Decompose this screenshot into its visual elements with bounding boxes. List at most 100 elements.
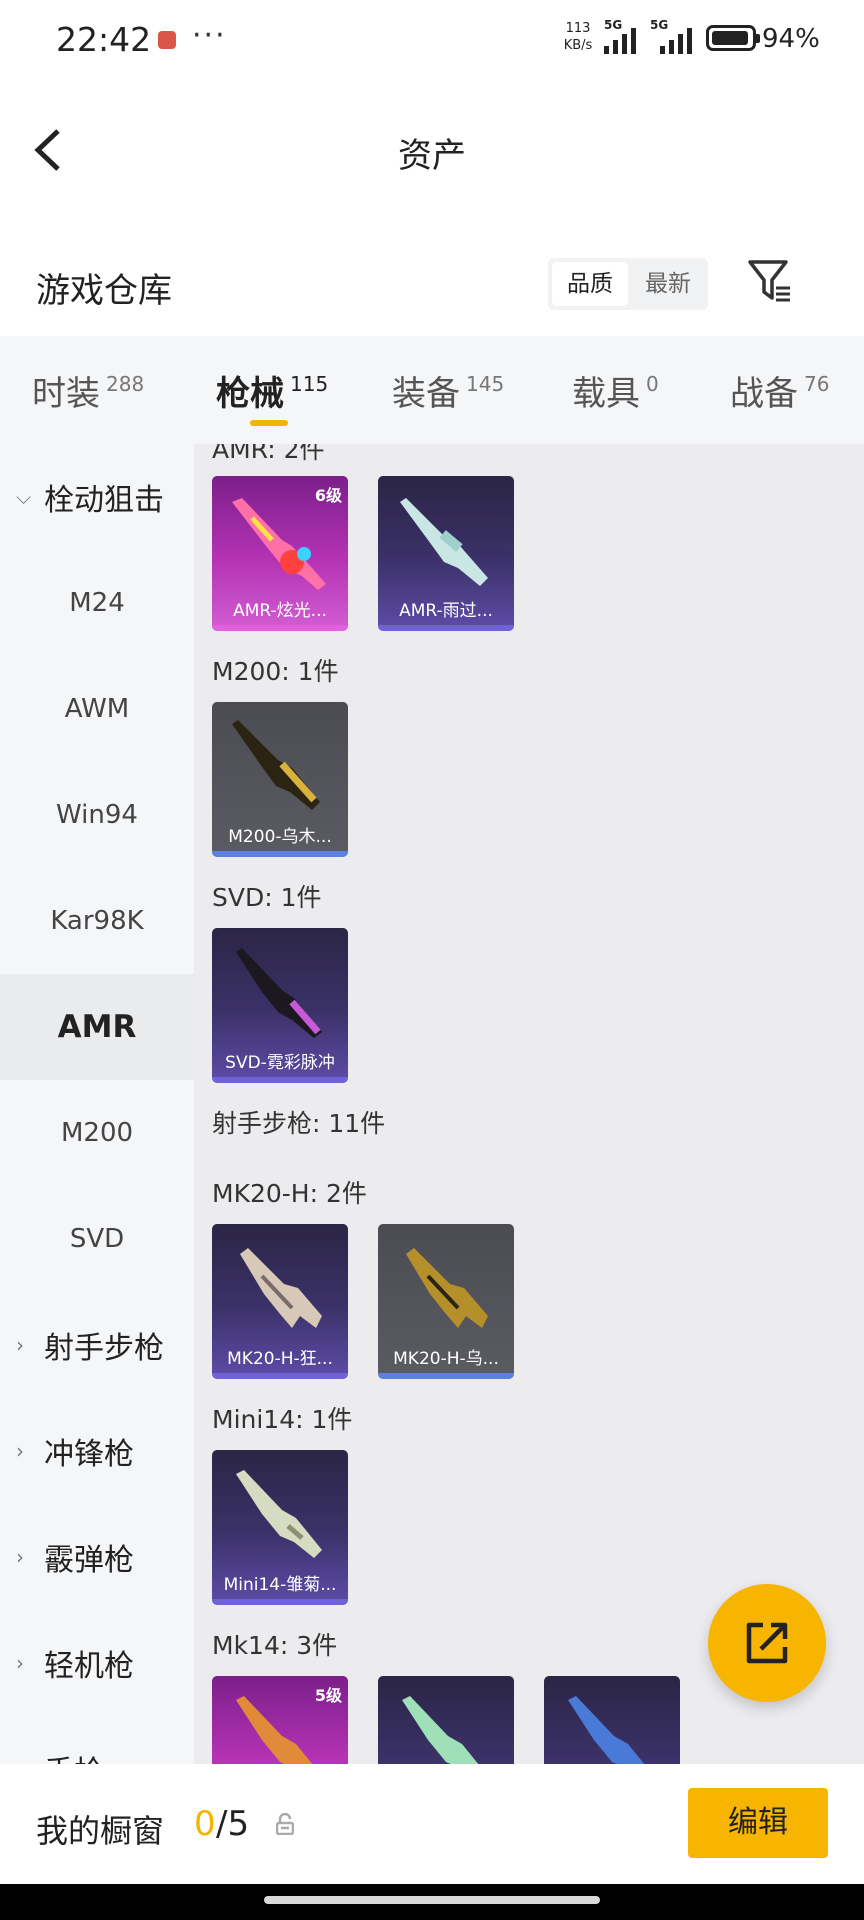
signal-icon-1 (604, 28, 636, 54)
sidebar-group-label: 轻机枪 (44, 1649, 134, 1684)
sidebar-group-lmg[interactable]: › 轻机枪 (0, 1610, 194, 1716)
sidebar-item-m200[interactable]: M200 (0, 1080, 194, 1186)
sidebar-item-win94[interactable]: Win94 (0, 762, 194, 868)
item-name: Mini14-雏菊... (223, 1575, 337, 1595)
home-indicator[interactable] (264, 1896, 600, 1904)
filter-icon[interactable] (746, 256, 794, 306)
item-name: MK20-H-狂... (227, 1349, 333, 1369)
item-card[interactable]: Mini14-雏菊... (212, 1450, 348, 1605)
sidebar-group-marksman[interactable]: › 射手步枪 (0, 1292, 194, 1398)
tab-vehicles[interactable]: 载具 0 (572, 336, 659, 444)
sidebar-item-amr[interactable]: AMR (0, 974, 194, 1080)
chevron-right-icon: › (16, 1545, 24, 1569)
sidebar-group-label: 射手步枪 (44, 1331, 164, 1366)
item-card[interactable]: 6级 AMR-炫光... (212, 476, 348, 631)
tab-guns[interactable]: 枪械 115 (216, 336, 328, 444)
tab-count: 115 (290, 372, 329, 396)
network-speed-value: 113 (565, 21, 591, 36)
gun-image (232, 720, 320, 810)
item-card[interactable]: SVD-霓彩脉冲 (212, 928, 348, 1083)
chevron-right-icon: › (16, 1757, 24, 1764)
notification-icon (158, 31, 176, 49)
gun-image (402, 1696, 479, 1764)
sort-newest-button[interactable]: 最新 (630, 262, 706, 306)
chevron-right-icon: › (16, 1651, 24, 1675)
sidebar-item-m24[interactable]: M24 (0, 550, 194, 656)
gun-image (236, 1470, 322, 1558)
battery-percent: 94% (762, 24, 820, 54)
edit-button[interactable]: 编辑 (688, 1788, 828, 1858)
tab-count: 0 (646, 372, 659, 396)
tab-label: 战备 (730, 373, 798, 414)
sidebar-group-shotgun[interactable]: › 霰弹枪 (0, 1504, 194, 1610)
sidebar-item-svd[interactable]: SVD (0, 1186, 194, 1292)
sidebar-item-awm[interactable]: AWM (0, 656, 194, 762)
item-card[interactable]: 5级 (212, 1676, 348, 1764)
gun-image (236, 948, 322, 1038)
more-notifications-icon: ··· (192, 18, 227, 53)
item-card[interactable] (544, 1676, 680, 1764)
battery-fill (712, 31, 748, 45)
tab-fashion[interactable]: 时装 288 (32, 336, 144, 444)
sidebar-group-smg[interactable]: › 冲锋枪 (0, 1398, 194, 1504)
tab-count: 288 (106, 372, 145, 396)
sidebar-group-bolt-sniper[interactable]: ⌵ 栓动狙击 (0, 444, 194, 550)
sidebar-group-label: 手枪 (44, 1747, 104, 1764)
battery-icon (706, 25, 760, 51)
network-speed: 113 KB/s (558, 20, 598, 54)
item-card[interactable]: MK20-H-乌... (378, 1224, 514, 1379)
item-card[interactable]: MK20-H-狂... (212, 1224, 348, 1379)
section-label: 射手步枪: 11件 (212, 1109, 386, 1138)
sidebar-group-label: 栓动狙击 (44, 483, 164, 518)
network-speed-unit: KB/s (563, 38, 593, 53)
gun-image (400, 498, 488, 586)
sidebar-group-label: 霰弹枪 (44, 1543, 134, 1578)
tab-label: 时装 (32, 373, 100, 414)
item-card[interactable]: M200-乌木... (212, 702, 348, 857)
signal-icon-2 (660, 28, 692, 54)
share-button[interactable] (708, 1584, 826, 1702)
category-tabs: 时装 288 枪械 115 装备 145 载具 0 战备 76 (0, 336, 864, 444)
sidebar-group-label: 冲锋枪 (44, 1437, 134, 1472)
level-badge: 6级 (314, 486, 342, 505)
gun-image (240, 1248, 322, 1328)
item-grid: AMR: 2件 6级 AMR-炫光... AMR-雨过... M200: 1件 … (194, 444, 864, 1764)
tab-equipment[interactable]: 装备 145 (392, 336, 504, 444)
section-label: Mk14: 3件 (212, 1631, 338, 1660)
tab-combat-gear[interactable]: 战备 76 (730, 336, 829, 444)
section-label: Mini14: 1件 (212, 1405, 353, 1434)
sort-toggle: 品质 最新 (548, 258, 708, 310)
item-name: SVD-霓彩脉冲 (225, 1053, 335, 1073)
item-name: MK20-H-乌... (393, 1349, 499, 1369)
sidebar-group-pistol[interactable]: › 手枪 (0, 1716, 194, 1764)
gun-image (568, 1696, 645, 1764)
chevron-right-icon: › (16, 1333, 24, 1357)
status-time: 22:42 (56, 20, 152, 59)
tab-label: 枪械 (216, 373, 284, 414)
page-title: 资产 (398, 136, 466, 176)
showcase-label: 我的橱窗 (36, 1812, 165, 1850)
item-name: AMR-炫光... (233, 601, 327, 621)
warehouse-title: 游戏仓库 (36, 271, 172, 311)
tab-label: 装备 (392, 373, 460, 414)
section-label: MK20-H: 2件 (212, 1179, 367, 1208)
sidebar: ⌵ 栓动狙击 M24 AWM Win94 Kar98K AMR M200 SVD… (0, 444, 194, 1764)
item-name: M200-乌木... (228, 827, 332, 847)
gun-image (406, 1248, 488, 1328)
tab-count: 145 (466, 372, 505, 396)
active-tab-indicator (250, 420, 288, 426)
lock-icon (276, 1813, 294, 1835)
section-label: AMR: 2件 (212, 444, 325, 464)
tab-label: 载具 (572, 373, 640, 414)
showcase-max: /5 (216, 1804, 250, 1844)
section-label: SVD: 1件 (212, 883, 322, 912)
level-badge: 5级 (314, 1686, 342, 1705)
sidebar-item-kar98k[interactable]: Kar98K (0, 868, 194, 974)
chevron-down-icon: ⌵ (16, 485, 32, 509)
chevron-right-icon: › (16, 1439, 24, 1463)
sort-quality-button[interactable]: 品质 (552, 262, 628, 306)
item-card[interactable]: AMR-雨过... (378, 476, 514, 631)
item-card[interactable] (378, 1676, 514, 1764)
showcase-count: 0 (194, 1804, 216, 1844)
tab-count: 76 (804, 372, 830, 396)
